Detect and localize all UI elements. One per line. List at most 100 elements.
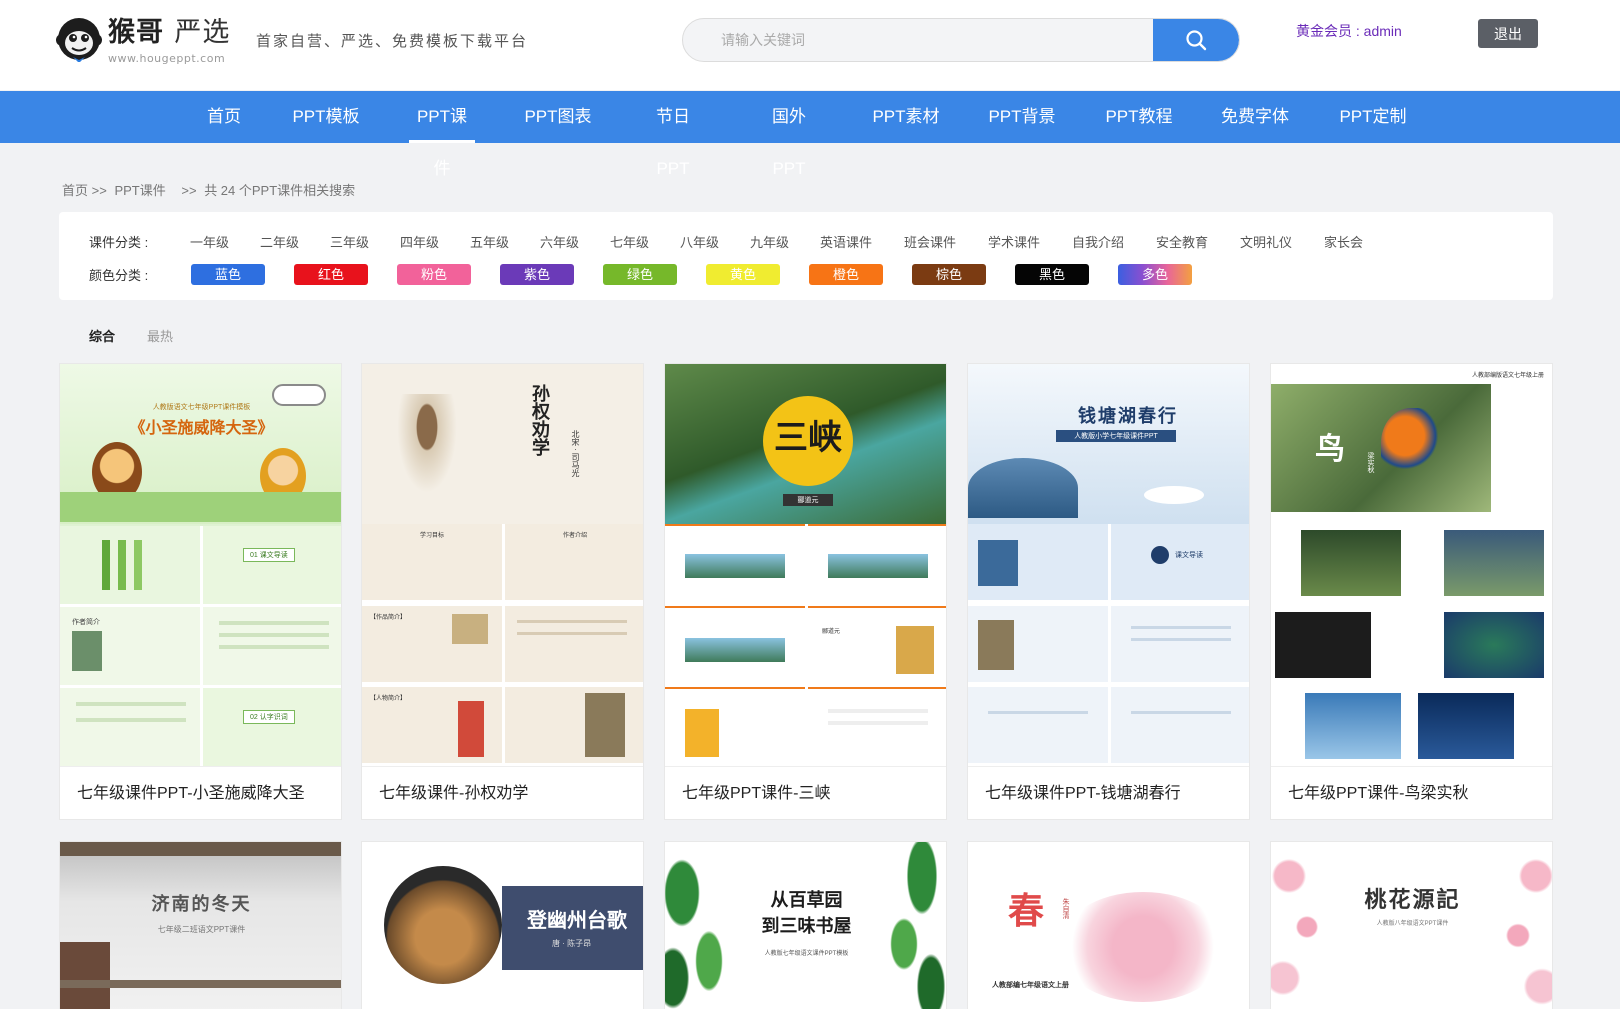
template-thumbnail: 春 朱自清 人教部编七年级语文上册 xyxy=(968,842,1249,1009)
template-card[interactable]: 春 朱自清 人教部编七年级语文上册 xyxy=(967,841,1250,1009)
brand-name: 猴哥 xyxy=(108,17,164,48)
bird-icon xyxy=(1381,408,1441,478)
template-thumbnail: 登幽州台歌 唐 · 陈子昂 xyxy=(362,842,643,1009)
category-self-intro[interactable]: 自我介绍 xyxy=(1072,232,1124,251)
scene-circle-illustration xyxy=(384,866,502,984)
category-grade3[interactable]: 三年级 xyxy=(330,232,369,251)
nav-free-fonts[interactable]: 免费字体 xyxy=(1220,91,1290,143)
nav-ppt-courseware[interactable]: PPT课件 xyxy=(409,91,475,178)
breadcrumb: 首页 >> PPT课件 >> 共 24 个PPT课件相关搜索 xyxy=(62,180,359,199)
nav-ppt-charts[interactable]: PPT图表 xyxy=(524,91,592,143)
cover-title: 孙权劝学 xyxy=(529,384,550,456)
sort-hottest[interactable]: 最热 xyxy=(147,326,173,345)
template-card[interactable]: 济南的冬天 七年级二班语文PPT课件 xyxy=(59,841,342,1009)
breadcrumb-section[interactable]: PPT课件 xyxy=(114,183,165,198)
template-title[interactable]: 七年级PPT课件-三峡 xyxy=(665,766,946,819)
template-title[interactable]: 七年级课件PPT-钱塘湖春行 xyxy=(968,766,1249,819)
category-etiquette[interactable]: 文明礼仪 xyxy=(1240,232,1292,251)
cover-subtitle: 人教部编七年级语文上册 xyxy=(992,982,1069,989)
site-logo[interactable]: 猴哥 严选 www.hougeppt.com xyxy=(56,16,230,65)
cover-author: 朱自清 xyxy=(1062,898,1069,919)
logout-button[interactable]: 退出 xyxy=(1478,19,1538,48)
site-header: 猴哥 严选 www.hougeppt.com 首家自营、严选、免费模板下载平台 … xyxy=(0,0,1620,90)
category-academic[interactable]: 学术课件 xyxy=(988,232,1040,251)
category-parents-meeting[interactable]: 家长会 xyxy=(1324,232,1363,251)
color-chip-brown[interactable]: 棕色 xyxy=(912,264,986,285)
slide-label: 作者简介 xyxy=(72,619,100,626)
nav-ppt-tutorials[interactable]: PPT教程 xyxy=(1105,91,1173,143)
template-card[interactable]: 人教部编版语文七年级上册 鸟 梁实秋 七年级PPT课件-鸟梁实秋 xyxy=(1270,363,1553,820)
template-title[interactable]: 七年级课件PPT-小圣施威降大圣 xyxy=(60,766,341,819)
template-thumbnail: 人教部编版语文七年级上册 鸟 梁实秋 xyxy=(1271,364,1552,766)
template-card[interactable]: 孙权劝学 北宋 · 司马光 学习目标 作者介绍 【作品简介】 【人物简介】 七年… xyxy=(361,363,644,820)
template-thumbnail: 孙权劝学 北宋 · 司马光 学习目标 作者介绍 【作品简介】 【人物简介】 xyxy=(362,364,643,766)
category-safety[interactable]: 安全教育 xyxy=(1156,232,1208,251)
template-card[interactable]: 登幽州台歌 唐 · 陈子昂 xyxy=(361,841,644,1009)
cover-author: 郦道元 xyxy=(783,494,833,506)
template-card[interactable]: 三峡 郦道元 郦道元 七年级PPT课件-三峡 xyxy=(664,363,947,820)
category-grade8[interactable]: 八年级 xyxy=(680,232,719,251)
color-chip-purple[interactable]: 紫色 xyxy=(500,264,574,285)
template-thumbnail: 钱塘湖春行 人教版小学七年级课件PPT 课文导读 xyxy=(968,364,1249,766)
slide-label: 01 课文导读 xyxy=(243,548,295,562)
nav-ppt-materials[interactable]: PPT素材 xyxy=(872,91,940,143)
template-card[interactable]: 钱塘湖春行 人教版小学七年级课件PPT 课文导读 七年级课件PPT-钱塘湖春行 xyxy=(967,363,1250,820)
search-box xyxy=(682,18,1240,62)
sort-comprehensive[interactable]: 综合 xyxy=(89,326,115,345)
template-thumbnail: 桃花源記 人教版八年级语文PPT课件 xyxy=(1271,842,1552,1009)
color-chip-yellow[interactable]: 黄色 xyxy=(706,264,780,285)
site-slogan: 首家自营、严选、免费模板下载平台 xyxy=(256,32,529,50)
cover-author: 梁实秋 xyxy=(1367,452,1374,473)
search-input[interactable] xyxy=(683,19,1155,61)
peach-blossom-decoration xyxy=(1494,842,1552,1009)
color-chip-orange[interactable]: 橙色 xyxy=(809,264,883,285)
nav-home[interactable]: 首页 xyxy=(204,91,244,143)
member-status[interactable]: 黄金会员 : admin xyxy=(1296,21,1402,41)
nav-ppt-custom[interactable]: PPT定制 xyxy=(1339,91,1407,143)
ink-figure-icon xyxy=(392,394,462,504)
color-chip-multicolor[interactable]: 多色 xyxy=(1118,264,1192,285)
template-title[interactable]: 七年级课件-孙权劝学 xyxy=(362,766,643,819)
peach-blossom-decoration xyxy=(1271,842,1331,1009)
category-grade2[interactable]: 二年级 xyxy=(260,232,299,251)
category-grade6[interactable]: 六年级 xyxy=(540,232,579,251)
search-button[interactable] xyxy=(1153,19,1239,61)
color-chip-blue[interactable]: 蓝色 xyxy=(191,264,265,285)
main-nav: 首页 PPT模板 PPT课件 PPT图表 节日PPT 国外PPT PPT素材 P… xyxy=(0,91,1620,178)
breadcrumb-home[interactable]: 首页 xyxy=(62,183,88,198)
category-english[interactable]: 英语课件 xyxy=(820,232,872,251)
color-chip-black[interactable]: 黑色 xyxy=(1015,264,1089,285)
cover-title: 三峡 xyxy=(774,418,842,458)
nav-holiday-ppt[interactable]: 节日PPT xyxy=(640,91,706,178)
mountain-illustration xyxy=(968,458,1078,518)
category-grade4[interactable]: 四年级 xyxy=(400,232,439,251)
category-class-meeting[interactable]: 班会课件 xyxy=(904,232,956,251)
template-card[interactable]: 桃花源記 人教版八年级语文PPT课件 xyxy=(1270,841,1553,1009)
nav-foreign-ppt[interactable]: 国外PPT xyxy=(756,91,822,178)
category-grade5[interactable]: 五年级 xyxy=(470,232,509,251)
category-grade9[interactable]: 九年级 xyxy=(750,232,789,251)
cover-title: 钱塘湖春行 xyxy=(1078,406,1178,427)
category-grade7[interactable]: 七年级 xyxy=(610,232,649,251)
template-card[interactable]: 从百草园 到三味书屋 人教版七年级语文课件PPT模板 xyxy=(664,841,947,1009)
category-grade1[interactable]: 一年级 xyxy=(190,232,229,251)
cover-top-text: 人教部编版语文七年级上册 xyxy=(1471,373,1544,379)
cover-subtitle: 人教版七年级语文课件PPT模板 xyxy=(764,951,849,957)
brand-suffix: 严选 xyxy=(174,17,231,48)
color-chip-pink[interactable]: 粉色 xyxy=(397,264,471,285)
cover-title: 登幽州台歌 xyxy=(527,910,627,932)
cover-title: 济南的冬天 xyxy=(151,894,252,915)
brand-url: www.hougeppt.com xyxy=(108,52,226,65)
breadcrumb-separator: >> xyxy=(181,183,197,198)
color-chip-red[interactable]: 红色 xyxy=(294,264,368,285)
nav-ppt-templates[interactable]: PPT模板 xyxy=(292,91,360,143)
color-filter-label: 颜色分类 : xyxy=(89,268,149,283)
color-chip-green[interactable]: 绿色 xyxy=(603,264,677,285)
nav-ppt-backgrounds[interactable]: PPT背景 xyxy=(988,91,1056,143)
cover-title: 鸟 xyxy=(1315,432,1345,467)
template-card[interactable]: 人教版语文七年级PPT课件模板 《小圣施威降大圣》 01 课文导读 作者简介 0… xyxy=(59,363,342,820)
template-thumbnail: 人教版语文七年级PPT课件模板 《小圣施威降大圣》 01 课文导读 作者简介 0… xyxy=(60,364,341,766)
template-title[interactable]: 七年级PPT课件-鸟梁实秋 xyxy=(1271,766,1552,819)
slide-label: 【人物简介】 xyxy=(370,696,407,703)
slide-label: 课文导读 xyxy=(1175,552,1203,559)
